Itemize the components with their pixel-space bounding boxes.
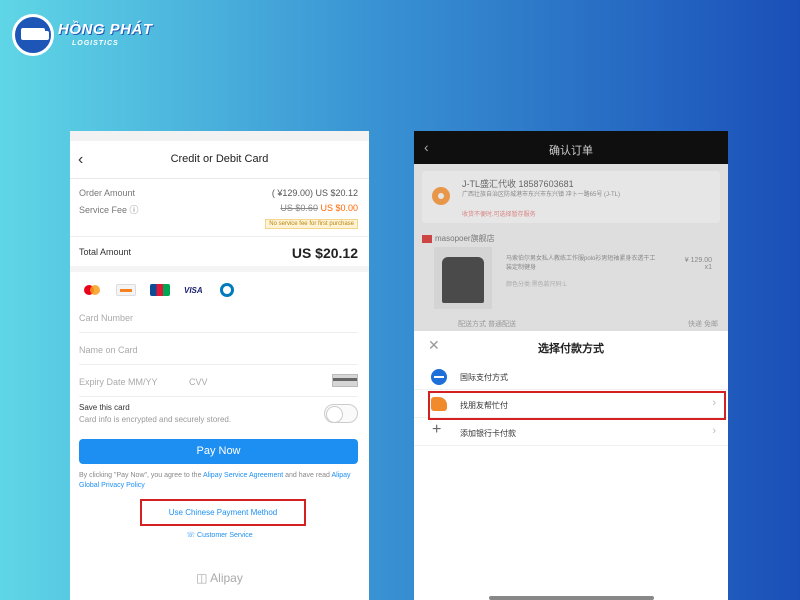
order-amount-label: Order Amount bbox=[79, 188, 136, 198]
quantity: x1 bbox=[704, 264, 712, 271]
option-add-bank-card[interactable]: + 添加银行卡付款 › bbox=[414, 419, 728, 446]
recipient: J-TL盛汇代收 18587603681 bbox=[462, 177, 574, 190]
discover-icon bbox=[116, 284, 136, 296]
total-value: US $20.12 bbox=[291, 245, 358, 261]
shop-name: masopoer旗舰店 bbox=[422, 233, 495, 244]
delivery-row: 配送方式 普通配送 快递 免邮 bbox=[458, 319, 718, 329]
plus-icon: + bbox=[432, 421, 442, 438]
option-international-payment[interactable]: 国际支付方式 bbox=[414, 363, 728, 390]
alipay-icon: ◫ bbox=[196, 571, 211, 585]
highlight-box bbox=[428, 391, 726, 420]
delivery-value: 普通配送 bbox=[487, 321, 516, 328]
logo-name: HỒNG PHÁT bbox=[58, 21, 153, 38]
service-fee-row: Service Fee ⓘ US $0.60 US $0.00 bbox=[70, 200, 369, 215]
delivery-label: 配送方式 bbox=[458, 321, 486, 328]
address-detail: 广西壮族自治区防城港市东兴市东兴镇 冲卜一路65号 (J-TL) bbox=[462, 192, 621, 198]
customer-service-link[interactable]: ☏ Customer Service bbox=[70, 531, 369, 539]
expiry-field[interactable]: Expiry Date MM/YY bbox=[79, 377, 158, 387]
option-label: 添加银行卡付款 bbox=[460, 429, 516, 438]
page-title: 确认订单 bbox=[549, 145, 593, 157]
product-price: ¥ 129.00 x1 bbox=[685, 257, 712, 271]
shirt-icon bbox=[442, 257, 484, 303]
card-payment-screen: ‹ Credit or Debit Card Order Amount ( ¥1… bbox=[70, 131, 369, 600]
visa-icon: VISA bbox=[184, 285, 203, 295]
alipay-logo: ◫ Alipay bbox=[70, 571, 369, 585]
product-name: 马索伯尔男女私人教练工作服polo衫男短袖紧身衣透干工装定制健身 bbox=[506, 256, 656, 271]
sheet-title: 选择付款方式 bbox=[538, 343, 604, 355]
pay-now-button[interactable]: Pay Now bbox=[79, 439, 358, 464]
recipient-name: J-TL盛汇代收 bbox=[462, 179, 517, 189]
service-agreement-link[interactable]: Alipay Service Agreement bbox=[203, 472, 283, 479]
agreement-middle: and have read bbox=[283, 472, 332, 479]
customer-service-label: Customer Service bbox=[197, 532, 253, 539]
jcb-icon bbox=[150, 284, 170, 296]
order-amount-usd: US $20.12 bbox=[315, 188, 358, 198]
info-icon[interactable]: ⓘ bbox=[130, 205, 139, 215]
mastercard-icon bbox=[82, 284, 102, 296]
service-fee-old: US $0.60 bbox=[280, 203, 318, 213]
service-fee-label-text: Service Fee bbox=[79, 205, 128, 215]
recipient-phone: 18587603681 bbox=[518, 179, 574, 189]
logo-subtitle: LOGISTICS bbox=[72, 40, 119, 47]
chinese-payment-button[interactable]: Use Chinese Payment Method bbox=[140, 499, 306, 526]
address-card[interactable]: J-TL盛汇代收 18587603681 广西壮族自治区防城港市东兴市东兴镇 冲… bbox=[422, 171, 720, 223]
home-indicator bbox=[489, 596, 654, 600]
card-brands: VISA bbox=[82, 283, 234, 297]
truck-icon bbox=[21, 28, 49, 40]
shop-icon bbox=[422, 234, 432, 243]
order-confirm-screen: ‹ 确认订单 J-TL盛汇代收 18587603681 广西壮族自治区防城港市东… bbox=[414, 131, 728, 600]
service-fee-value: US $0.60 US $0.00 bbox=[280, 203, 358, 213]
headset-icon: ☏ bbox=[186, 532, 198, 539]
agreement-text: By clicking "Pay Now", you agree to the … bbox=[79, 471, 358, 491]
cvv-card-icon bbox=[332, 374, 358, 387]
order-amount-original: ( ¥129.00) bbox=[271, 188, 313, 198]
order-amount-value: ( ¥129.00) US $20.12 bbox=[272, 188, 358, 198]
save-card-title: Save this card bbox=[79, 403, 130, 412]
brand-logo: HỒNG PHÁT LOGISTICS bbox=[12, 14, 152, 56]
globe-icon bbox=[431, 369, 447, 385]
price-value: ¥ 129.00 bbox=[684, 257, 712, 264]
service-fee-new: US $0.00 bbox=[320, 203, 358, 213]
card-number-placeholder: Card Number bbox=[79, 313, 134, 323]
expiry-cvv-row: Expiry Date MM/YY CVV bbox=[79, 367, 358, 397]
chevron-right-icon: › bbox=[712, 425, 716, 437]
status-bar bbox=[70, 131, 369, 141]
address-warning: 收货不便时,可选择暂存服务 bbox=[462, 212, 536, 218]
save-card-subtitle: Card info is encrypted and securely stor… bbox=[79, 415, 232, 424]
name-on-card-field[interactable]: Name on Card bbox=[79, 335, 358, 365]
total-label: Total Amount bbox=[79, 247, 132, 257]
total-amount-row: Total Amount US $20.12 bbox=[70, 236, 369, 272]
header: ‹ 确认订单 bbox=[414, 131, 728, 164]
save-card-toggle[interactable] bbox=[324, 404, 358, 423]
header: ‹ Credit or Debit Card bbox=[70, 141, 369, 179]
location-pin-icon bbox=[432, 187, 450, 205]
page-title: Credit or Debit Card bbox=[170, 153, 269, 165]
alipay-label: Alipay bbox=[210, 571, 243, 585]
card-number-field[interactable]: Card Number bbox=[79, 303, 358, 333]
service-fee-note: No service fee for first purchase bbox=[265, 219, 358, 229]
save-card-section: Save this card Card info is encrypted an… bbox=[79, 403, 231, 424]
diners-icon bbox=[220, 283, 234, 297]
option-label: 国际支付方式 bbox=[460, 373, 508, 382]
shop-label: masopoer旗舰店 bbox=[435, 234, 495, 243]
delivery-right: 快递 免邮 bbox=[688, 321, 718, 328]
service-fee-label: Service Fee ⓘ bbox=[79, 203, 139, 216]
product-spec: 颜色分类:黑色款尺码:L bbox=[506, 282, 567, 288]
product-image bbox=[434, 247, 492, 309]
name-on-card-placeholder: Name on Card bbox=[79, 345, 138, 355]
order-amount-row: Order Amount ( ¥129.00) US $20.12 bbox=[70, 185, 369, 200]
cvv-field[interactable]: CVV bbox=[189, 377, 208, 387]
agreement-prefix: By clicking "Pay Now", you agree to the bbox=[79, 472, 204, 479]
payment-method-sheet: ✕ 选择付款方式 国际支付方式 找朋友帮忙付 › + 添加银行卡付款 › bbox=[414, 331, 728, 600]
